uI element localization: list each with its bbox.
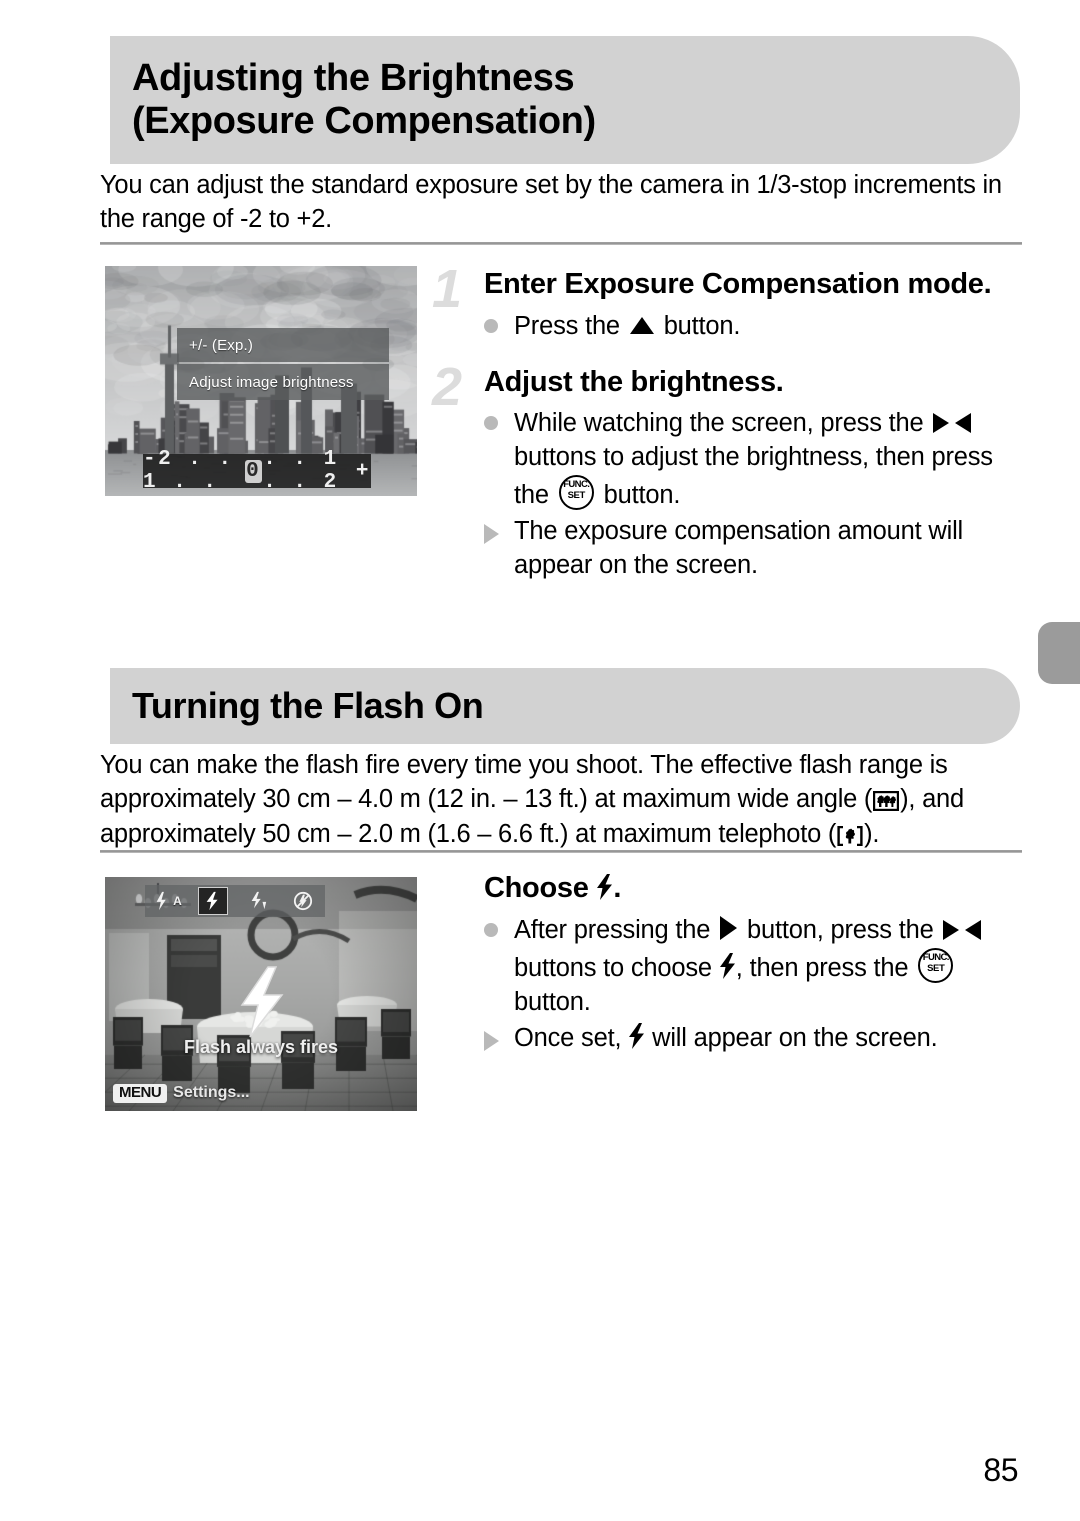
flash-mode-off[interactable] [288, 887, 318, 915]
step-title-part: . [613, 872, 622, 904]
divider-rule-flash [100, 850, 1022, 853]
intro-paragraph-exposure: You can adjust the standard exposure set… [100, 171, 1002, 234]
step-title-choose: Choose . [484, 872, 1024, 906]
bullet-text-part: will appear on the screen. [645, 1023, 938, 1052]
page-number: 85 [983, 1452, 1018, 1488]
bullet-text-part: , then press the [735, 953, 916, 982]
left-right-buttons-icon [932, 412, 972, 440]
flash-mode-caption: Flash always fires [183, 1037, 339, 1057]
right-button-icon [720, 916, 738, 940]
bullet-text: After pressing the button, press the but… [514, 914, 1024, 1020]
bullet-text: Once set, will appear on the screen. [514, 1022, 1024, 1056]
step-2-bullets: While watching the screen, press the but… [484, 407, 1022, 583]
bullet-text-part: While watching the screen, press the [514, 409, 931, 438]
flash-on-icon [719, 952, 736, 985]
step-number-2: 2 [432, 356, 463, 417]
intro-part: ). [864, 819, 880, 848]
step-choose-bullets: After pressing the button, press the but… [484, 914, 1024, 1056]
scale-plus: + [355, 459, 371, 483]
manual-page: Adjusting the Brightness (Exposure Compe… [0, 0, 1080, 1521]
bullet-text-part: button. [514, 987, 591, 1016]
bullet-triangle-icon [484, 1022, 514, 1051]
bullet-triangle-icon [484, 515, 514, 544]
bullet-text: The exposure compensation amount will ap… [514, 516, 964, 579]
bullet-text-part: button. [596, 480, 681, 509]
intro-part: You can make the flash fire every time y… [100, 751, 948, 814]
bullet-dot-icon [484, 310, 514, 333]
menu-button-badge[interactable]: MENU [113, 1083, 168, 1103]
wide-angle-icon [872, 790, 900, 817]
bullet-text-part: button, press the [740, 916, 941, 944]
menu-hint-label: Settings... [173, 1084, 250, 1102]
procedure-flash: Choose . After pressing the button, pres… [484, 872, 1024, 1062]
bullet-text: Press the button. [514, 310, 1022, 344]
scale-right: . . 1 . . 2 [263, 448, 339, 494]
menu-hint-row[interactable]: MENU Settings... [113, 1083, 250, 1103]
flash-mode-selector-bar[interactable]: A [145, 885, 325, 917]
section-title-exposure: Adjusting the Brightness (Exposure Compe… [132, 56, 596, 142]
bullet-dot-icon [484, 407, 514, 431]
exposure-compensation-scale: -2 . . 1 . . 0. . 1 . . 2 + [143, 448, 371, 494]
flash-on-icon [596, 874, 613, 906]
flash-mode-auto[interactable]: A [153, 887, 183, 915]
intro-paragraph-flash: You can make the flash fire every time y… [100, 748, 1025, 851]
scale-left: -2 . . 1 . . [143, 448, 234, 494]
section-banner-exposure: Adjusting the Brightness (Exposure Compe… [110, 36, 1020, 164]
flash-mode-on[interactable] [197, 887, 228, 915]
func-set-button-icon: FUNC. SET [558, 474, 594, 510]
bullet-text-part: Press the [514, 311, 627, 340]
func-set-button-icon: FUNC. SET [918, 947, 954, 983]
page-edge-index-tab [1038, 622, 1080, 684]
flash-on-icon [628, 1022, 645, 1055]
step-title-1: Enter Exposure Compensation mode. [484, 268, 992, 300]
bullet-item: After pressing the button, press the but… [484, 914, 1024, 1020]
bullet-item: Press the button. [484, 310, 1022, 344]
exposure-mode-label: +/- (Exp.) [177, 328, 389, 362]
screen-overlay-flash: A Flash always fires MENU Settings... [105, 877, 417, 1111]
step-1: 1 Enter Exposure Compensation mode. Pres… [432, 262, 1022, 344]
bullet-text-part: buttons to choose [514, 953, 719, 982]
bullet-text-part: After pressing the [514, 916, 718, 944]
section-title-flash: Turning the Flash On [132, 685, 484, 727]
up-button-icon [629, 316, 654, 334]
bullet-text-part: button. [656, 311, 741, 340]
flash-mode-slow-sync[interactable] [243, 887, 273, 915]
camera-screen-exposure: +/- (Exp.) Adjust image brightness -2 . … [105, 266, 417, 496]
bullet-dot-icon [484, 914, 514, 937]
scale-zero-marker: 0 [245, 459, 263, 483]
section-banner-flash: Turning the Flash On [110, 668, 1020, 744]
bullet-item: While watching the screen, press the but… [484, 407, 1022, 513]
step-1-bullets: Press the button. [484, 310, 1022, 344]
left-right-buttons-icon [942, 919, 982, 947]
step-title-part: Choose [484, 872, 597, 904]
bullet-item: The exposure compensation amount will ap… [484, 515, 1022, 583]
step-choose-flash: Choose . After pressing the button, pres… [484, 872, 1024, 1056]
screen-overlay-exposure: +/- (Exp.) Adjust image brightness -2 . … [105, 266, 417, 496]
bullet-text-part: Once set, [514, 1023, 629, 1052]
telephoto-icon [837, 825, 863, 852]
step-number-1: 1 [432, 259, 463, 319]
exposure-mode-description: Adjust image brightness [177, 364, 389, 400]
step-title-2: Adjust the brightness. [484, 365, 784, 398]
step-2: 2 Adjust the brightness. While watching … [432, 360, 1022, 583]
camera-screen-flash: A Flash always fires MENU Settings... [105, 877, 417, 1111]
procedure-exposure: 1 Enter Exposure Compensation mode. Pres… [432, 262, 1022, 589]
bullet-item: Once set, will appear on the screen. [484, 1022, 1024, 1056]
divider-rule-top [100, 242, 1022, 245]
bullet-text: While watching the screen, press the but… [514, 407, 1022, 513]
